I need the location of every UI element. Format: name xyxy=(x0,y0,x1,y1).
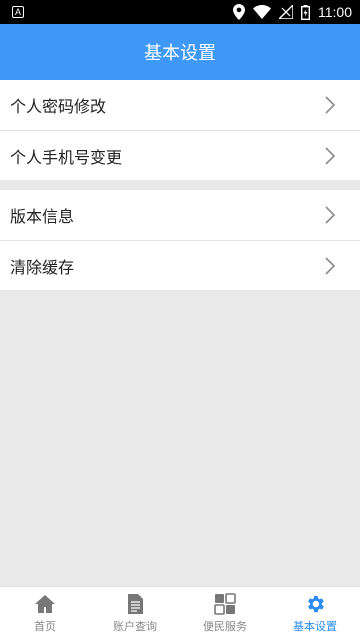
nav-label: 便民服务 xyxy=(203,620,247,633)
menu-group-account: 个人密码修改 个人手机号变更 xyxy=(0,80,360,180)
status-time: 11:00 xyxy=(318,4,352,20)
grid-icon xyxy=(214,593,236,615)
location-icon xyxy=(233,4,245,20)
nav-item-account-query[interactable]: 账户查询 xyxy=(90,587,180,640)
notification-icon-letter: A xyxy=(14,6,21,17)
nav-item-services[interactable]: 便民服务 xyxy=(180,587,270,640)
gear-icon xyxy=(308,595,324,613)
menu-item-version-info[interactable]: 版本信息 xyxy=(0,190,360,240)
chevron-right-icon xyxy=(325,146,336,165)
document-icon xyxy=(128,594,143,614)
battery-icon xyxy=(301,4,310,20)
menu-group-app: 版本信息 清除缓存 xyxy=(0,190,360,290)
menu-item-label: 个人手机号变更 xyxy=(10,147,123,167)
page-title: 基本设置 xyxy=(144,43,216,64)
status-right: 11:00 xyxy=(233,4,352,20)
menu-item-clear-cache[interactable]: 清除缓存 xyxy=(0,240,360,290)
chevron-right-icon xyxy=(325,256,336,275)
menu-item-label: 版本信息 xyxy=(10,207,75,226)
nav-label: 账户查询 xyxy=(113,620,157,633)
chevron-right-icon xyxy=(325,206,336,224)
chevron-right-icon xyxy=(325,96,336,114)
wifi-icon xyxy=(253,5,271,19)
bottom-nav: 首页 账户查询 便民服务 基本设置 xyxy=(0,586,360,640)
status-bar: A 11:00 xyxy=(0,0,360,24)
menu-item-change-password[interactable]: 个人密码修改 xyxy=(0,80,360,130)
signal-icon xyxy=(279,5,293,19)
notification-icon: A xyxy=(12,6,24,18)
nav-label: 基本设置 xyxy=(293,620,337,633)
menu-item-change-phone[interactable]: 个人手机号变更 xyxy=(0,130,360,180)
menu-item-label: 清除缓存 xyxy=(10,257,75,277)
status-left: A xyxy=(12,6,24,18)
title-bar: 基本设置 xyxy=(0,24,360,80)
nav-label: 首页 xyxy=(34,620,56,633)
content-empty-area xyxy=(0,291,360,586)
nav-item-home[interactable]: 首页 xyxy=(0,587,90,640)
nav-item-settings[interactable]: 基本设置 xyxy=(270,587,360,640)
menu-item-label: 个人密码修改 xyxy=(10,97,107,116)
home-icon xyxy=(35,595,55,613)
